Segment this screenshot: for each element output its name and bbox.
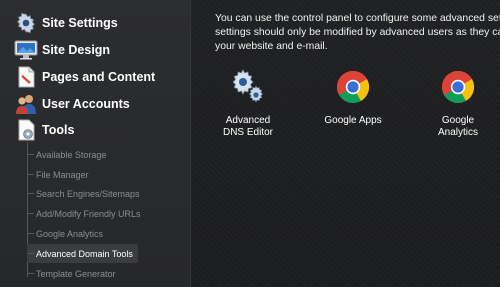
intro-line: settings should only be modified by adva… (215, 27, 500, 38)
intro-line: your website and e-mail. (215, 41, 328, 52)
tree-branch (27, 154, 34, 155)
chrome-icon (418, 70, 498, 109)
tree-branch (27, 213, 34, 214)
tool-label: Google Apps (313, 115, 393, 127)
tree-branch (27, 193, 34, 194)
sidebar-item-label: Site Settings (42, 16, 118, 30)
sidebar-item-pages-and-content[interactable]: Pages and Content (0, 64, 190, 90)
tool-label: Advanced DNS Editor (208, 115, 288, 139)
tool-label-line: Advanced (225, 115, 271, 126)
tree-branch (27, 273, 34, 274)
intro-line: You can use the control panel to configu… (215, 13, 500, 24)
tool-google-apps[interactable]: Google Apps (313, 70, 393, 127)
tool-label-line: Google (441, 115, 475, 126)
sidebar-item-label: User Accounts (42, 97, 130, 111)
sidebar: Site Settings Site Design Pages and Cont… (0, 0, 191, 287)
sidebar-item-user-accounts[interactable]: User Accounts (0, 91, 190, 117)
gears-icon (208, 68, 288, 109)
tree-branch (27, 253, 34, 254)
main-panel: You can use the control panel to configu… (191, 0, 500, 287)
sidebar-item-label: Pages and Content (42, 70, 156, 84)
submenu-item-advanced-domain-tools[interactable]: Advanced Domain Tools (27, 244, 138, 263)
sidebar-item-label: Tools (42, 123, 75, 137)
submenu-item-label: Google Analytics (36, 228, 104, 239)
tool-advanced-dns-editor[interactable]: Advanced DNS Editor (208, 68, 288, 139)
sidebar-item-tools[interactable]: Tools (0, 117, 190, 143)
intro-text: You can use the control panel to configu… (215, 12, 500, 54)
submenu-item-label: File Manager (36, 169, 89, 180)
sidebar-item-label: Site Design (42, 43, 111, 57)
tree-branch (27, 233, 34, 234)
submenu-item-label: Search Engines/Sitemaps (36, 188, 140, 199)
submenu-item-label: Template Generator (36, 268, 116, 279)
sidebar-item-site-design[interactable]: Site Design (0, 37, 190, 63)
tool-label-line: Google Apps (324, 115, 382, 126)
users-icon (13, 92, 39, 116)
document-icon (13, 65, 39, 89)
submenu-item-label: Available Storage (36, 149, 107, 160)
tree-branch (27, 174, 34, 175)
submenu-item-label: Advanced Domain Tools (36, 248, 133, 259)
chrome-icon (313, 70, 393, 109)
tool-label: Google Analytics (418, 115, 498, 139)
submenu-item-label: Add/Modify Friendly URLs (36, 208, 141, 219)
tool-label-line: Analytics (437, 127, 478, 138)
tools-icon (13, 118, 39, 142)
tool-google-analytics[interactable]: Google Analytics (418, 70, 498, 139)
sidebar-item-site-settings[interactable]: Site Settings (0, 10, 190, 36)
monitor-icon (13, 38, 39, 62)
gear-icon (13, 11, 39, 35)
tool-label-line: DNS Editor (222, 127, 273, 138)
